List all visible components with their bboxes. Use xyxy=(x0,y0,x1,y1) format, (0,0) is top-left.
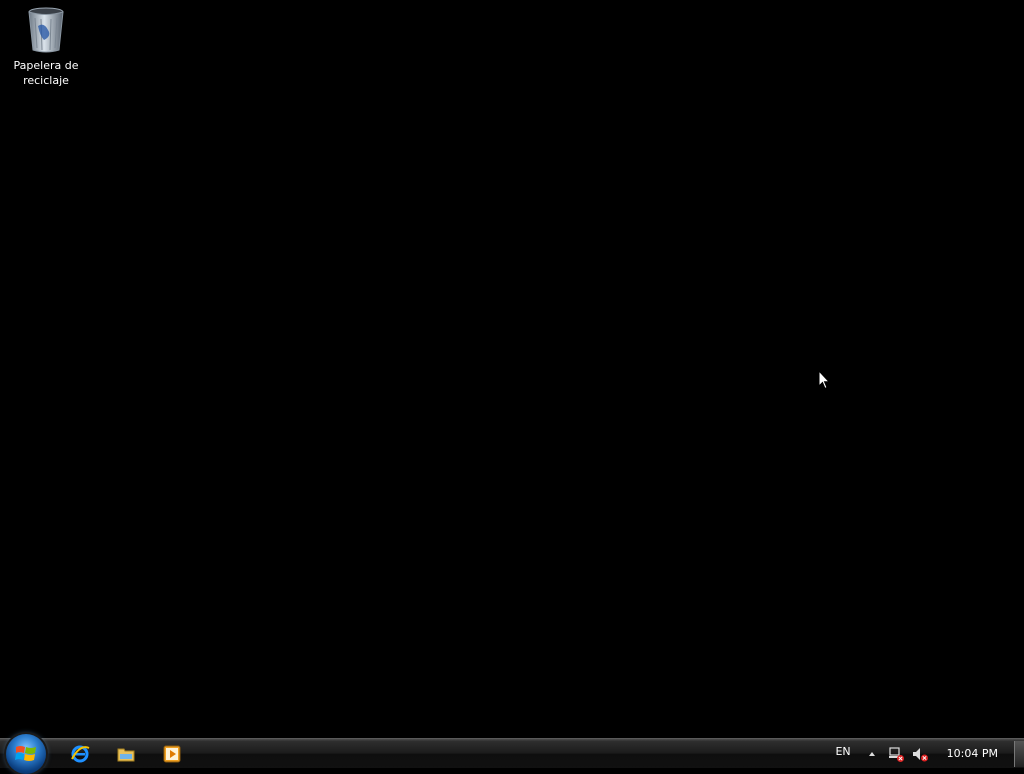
internet-explorer-button[interactable] xyxy=(68,743,92,765)
volume-muted-icon xyxy=(912,747,928,761)
recycle-bin-icon xyxy=(28,7,64,53)
show-hidden-icons-button[interactable] xyxy=(867,749,877,759)
network-status-button[interactable] xyxy=(887,745,905,763)
media-player-button[interactable] xyxy=(160,743,184,765)
desktop[interactable]: Papelera de reciclaje xyxy=(0,0,1024,738)
windows-explorer-folder-icon xyxy=(117,748,135,762)
windows-start-orb-icon xyxy=(15,746,36,761)
language-indicator[interactable]: EN xyxy=(835,745,850,758)
network-disconnected-icon xyxy=(888,746,904,762)
show-desktop-button[interactable] xyxy=(1014,741,1024,767)
quick-launch-bar xyxy=(68,743,184,765)
taskbar: EN 10:04 PM xyxy=(0,734,1024,774)
recycle-bin-desktop-icon[interactable]: Papelera de reciclaje xyxy=(6,6,86,88)
volume-button[interactable] xyxy=(911,745,929,763)
windows-explorer-button[interactable] xyxy=(114,743,138,765)
start-button[interactable] xyxy=(6,734,46,774)
system-tray: EN 10:04 PM xyxy=(835,739,1024,768)
clock[interactable]: 10:04 PM xyxy=(947,747,998,760)
internet-explorer-icon xyxy=(71,745,90,763)
chevron-up-icon xyxy=(868,751,875,756)
media-player-icon xyxy=(163,745,181,763)
mouse-cursor-icon xyxy=(818,370,830,390)
recycle-bin-label: Papelera de reciclaje xyxy=(13,59,79,87)
